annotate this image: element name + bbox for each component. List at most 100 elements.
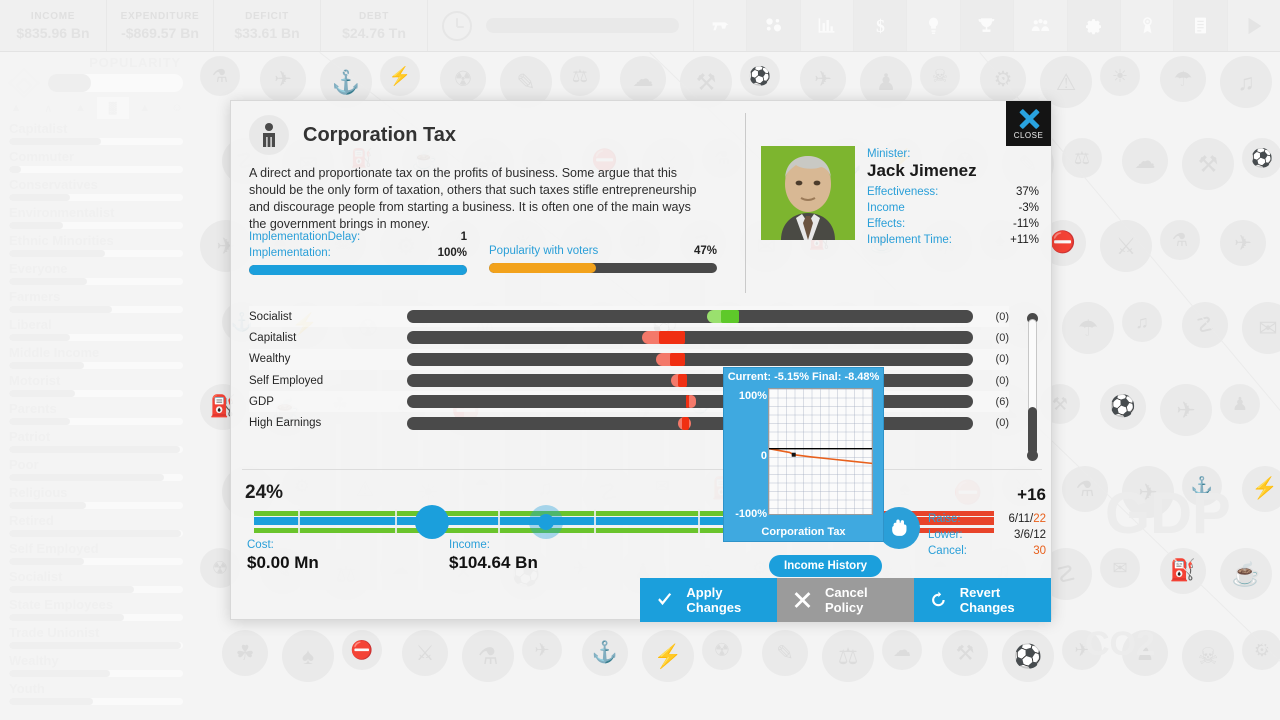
sidebar-item-bar <box>9 698 183 705</box>
sidebar-item-socialist[interactable]: Socialist <box>0 569 193 593</box>
effects-scrollbar[interactable] <box>1026 313 1039 461</box>
apply-changes-button[interactable]: Apply Changes <box>640 578 777 622</box>
sidebar-item-middle-income[interactable]: Middle Income <box>0 345 193 369</box>
slider-ghost-handle[interactable] <box>529 505 564 539</box>
effect-row[interactable]: Capitalist (0) <box>249 327 1009 348</box>
background-icon: ⚒ <box>942 630 988 676</box>
effect-track[interactable] <box>407 352 973 366</box>
stat-deficit: DEFICIT $33.61 Bn <box>214 0 321 51</box>
minister-stat-value: -11% <box>1013 218 1039 230</box>
settings-icon[interactable] <box>1066 0 1120 51</box>
sidebar-item-parents[interactable]: Parents <box>0 401 193 425</box>
effect-name: Capitalist <box>249 331 297 344</box>
sidebar-tab-bars[interactable]: ▲ <box>64 97 96 119</box>
policy-dialog: CLOSE Corporation Tax A direct and propo… <box>230 100 1052 620</box>
sidebar-tab-dot[interactable]: ▲ <box>129 97 161 119</box>
background-icon: ☘ <box>222 630 268 676</box>
background-icon: ⚙ <box>1242 630 1280 670</box>
tooltip-y-mid-label: 0 <box>760 450 767 462</box>
sidebar-tabs: ▲ ∧ ▲ ▓ ▲ ☺ <box>0 97 193 119</box>
sidebar-item-religious[interactable]: Religious <box>0 485 193 509</box>
clock-icon <box>442 10 472 41</box>
sidebar-item-poor[interactable]: Poor <box>0 457 193 481</box>
effect-track[interactable] <box>407 374 973 388</box>
cancel-policy-button[interactable]: Cancel Policy <box>777 578 914 622</box>
ideas-icon[interactable] <box>906 0 959 51</box>
tooltip-caption: Corporation Tax <box>761 526 846 538</box>
minister-stat-label: Implement Time: <box>867 234 952 246</box>
revert-changes-label: Revert Changes <box>959 585 1015 615</box>
close-button[interactable]: CLOSE <box>1006 101 1051 146</box>
income-history-button[interactable]: Income History <box>769 555 883 577</box>
play-icon[interactable] <box>1226 0 1280 51</box>
popularity-voters-value: 47% <box>693 245 717 257</box>
sidebar-item-ethnic-minorities[interactable]: Ethnic Minorities <box>0 233 193 257</box>
effect-row[interactable]: GDP (6) <box>249 391 1009 413</box>
background-icon: ✈ <box>522 630 562 670</box>
background-icon: ⚽ <box>740 56 780 96</box>
effect-track[interactable] <box>407 310 973 324</box>
revert-changes-button[interactable]: Revert Changes <box>914 578 1051 622</box>
awards-icon[interactable] <box>1119 0 1173 51</box>
military-icon[interactable] <box>693 0 746 51</box>
sidebar-item-motorist[interactable]: Motorist <box>0 373 193 397</box>
sidebar-item-self-employed[interactable]: Self Employed <box>0 541 193 565</box>
sidebar-item-capitalist[interactable]: Capitalist <box>0 121 193 145</box>
background-icon: ☂ <box>1160 56 1206 102</box>
popularity-block: Popularity with voters 47% <box>489 243 717 273</box>
effect-marker <box>682 416 689 430</box>
sidebar-item-liberal[interactable]: Liberal <box>0 317 193 341</box>
sidebar-tab-triangle[interactable]: ▲ <box>0 97 32 119</box>
background-icon: ☁ <box>1122 138 1168 184</box>
background-icon: ☁ <box>882 630 922 670</box>
stat-label: DEBT <box>358 10 390 22</box>
political-capital-highlight: 30 <box>1033 545 1046 557</box>
voters-icon[interactable] <box>1013 0 1066 51</box>
sidebar-tab-smiley[interactable]: ☺ <box>161 97 193 119</box>
sidebar-item-youth[interactable]: Youth <box>0 681 193 705</box>
effect-marker <box>686 395 689 409</box>
background-icon: ☂ <box>1062 302 1114 354</box>
refresh-icon <box>932 591 945 607</box>
effect-row[interactable]: High Earnings (0) <box>249 412 1009 433</box>
effect-row[interactable]: Wealthy (0) <box>249 348 1009 370</box>
effect-track[interactable] <box>407 395 973 409</box>
sidebar-item-state-employees[interactable]: State Employees <box>0 597 193 621</box>
background-icon: ⚡ <box>642 630 694 682</box>
sidebar-item-bar <box>9 306 183 313</box>
sidebar-item-trade-unionist[interactable]: Trade Unionist <box>0 625 193 649</box>
effect-track[interactable] <box>407 416 973 430</box>
effect-row[interactable]: Socialist (0) <box>249 306 1009 328</box>
scrollbar-thumb[interactable] <box>1028 407 1037 455</box>
minister-details: Minister: Jack Jimenez Effectiveness: 37%… <box>867 146 1039 248</box>
sidebar-item-bar <box>9 446 183 453</box>
effect-row[interactable]: Self Employed (0) <box>249 370 1009 391</box>
section-divider <box>242 469 1042 470</box>
achievements-icon[interactable] <box>959 0 1014 51</box>
tax-rate-value: 24% <box>245 482 284 503</box>
sidebar-item-bar <box>9 586 183 593</box>
sidebar-item-commuter[interactable]: Commuter <box>0 149 193 173</box>
sidebar-tab-grid[interactable]: ▓ <box>96 97 129 119</box>
sidebar-item-everyone[interactable]: Everyone <box>0 261 193 285</box>
sidebar-item-conservatives[interactable]: Conservatives <box>0 177 193 201</box>
sidebar-tab-peak[interactable]: ∧ <box>32 97 64 119</box>
sidebar-item-patriot[interactable]: Patriot <box>0 429 193 453</box>
stat-value: $33.61 Bn <box>234 24 300 41</box>
sidebar-item-bar <box>9 334 183 341</box>
reports-icon[interactable] <box>1173 0 1227 51</box>
economy-icon[interactable]: $ <box>853 0 907 51</box>
cost-value: $0.00 Mn <box>247 553 319 572</box>
sidebar-item-farmers[interactable]: Farmers <box>0 289 193 313</box>
sidebar-item-wealthy[interactable]: Wealthy <box>0 653 193 677</box>
effect-track[interactable] <box>407 331 973 345</box>
sidebar-item-label: Everyone <box>9 261 68 276</box>
sidebar-item-retired[interactable]: Retired <box>0 513 193 537</box>
stat-debt: DEBT $24.76 Tn <box>321 0 428 51</box>
population-icon[interactable] <box>746 0 800 51</box>
sidebar-item-environmentalist[interactable]: Environmentalist <box>0 205 193 229</box>
statistics-icon[interactable] <box>799 0 853 51</box>
scroll-down-icon[interactable] <box>1027 450 1038 461</box>
slider-handle[interactable] <box>414 505 449 539</box>
cost-label: Cost: <box>247 539 274 551</box>
